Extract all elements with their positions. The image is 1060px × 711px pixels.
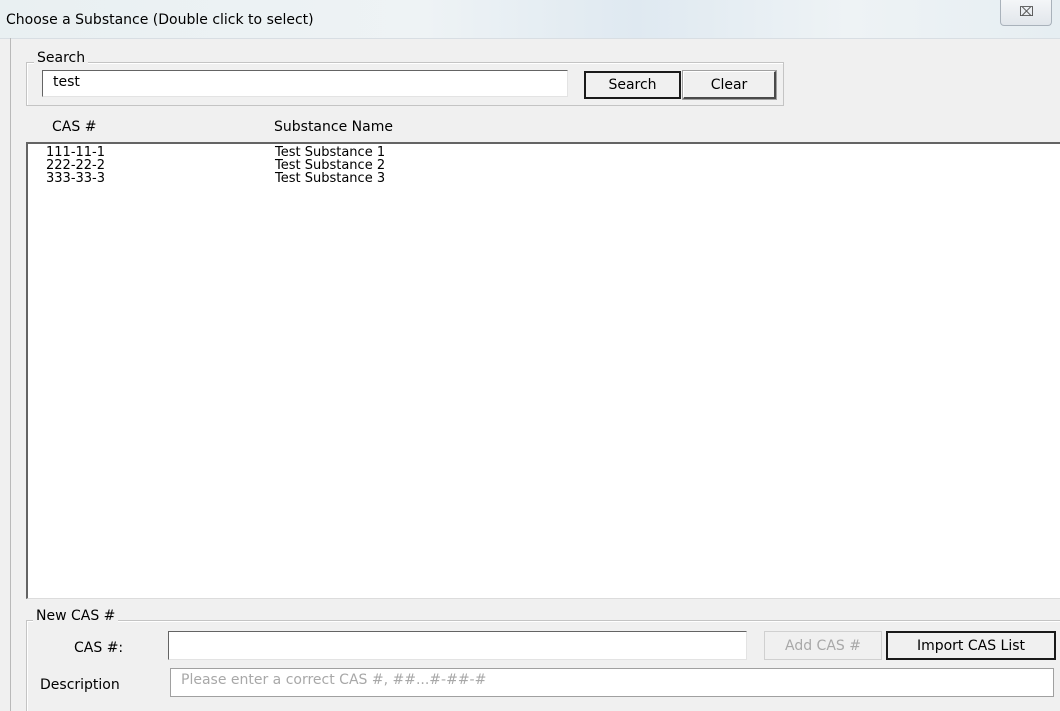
column-header-substance-name[interactable]: Substance Name <box>274 119 393 135</box>
search-input[interactable]: test <box>42 70 568 97</box>
column-header-cas[interactable]: CAS # <box>52 119 96 135</box>
description-label: Description <box>40 677 120 693</box>
list-item-substance-name: Test Substance 3 <box>275 171 386 186</box>
cas-field[interactable] <box>168 631 747 660</box>
window-left-border <box>10 38 11 711</box>
description-field: Please enter a correct CAS #, ##...#-##-… <box>170 668 1054 697</box>
list-item-cas: 333-33-3 <box>46 171 106 186</box>
close-button[interactable]: ⌧ <box>1000 0 1052 26</box>
import-cas-list-button[interactable]: Import CAS List <box>886 631 1056 660</box>
cas-field-label: CAS #: <box>74 640 124 656</box>
substance-chooser-window: Choose a Substance (Double click to sele… <box>0 0 1060 711</box>
new-cas-group-label: New CAS # <box>33 608 119 624</box>
search-button[interactable]: Search <box>584 71 681 99</box>
search-group-label: Search <box>34 50 89 66</box>
substance-list[interactable]: 111-11-1 Test Substance 1 222-22-2 Test Sub… <box>26 142 1060 599</box>
add-cas-button[interactable]: Add CAS # <box>764 631 882 660</box>
title-bar: Choose a Substance (Double click to sele… <box>0 0 1060 39</box>
window-title: Choose a Substance (Double click to sele… <box>6 12 314 28</box>
clear-button[interactable]: Clear <box>682 70 777 100</box>
close-icon: ⌧ <box>1019 5 1034 20</box>
